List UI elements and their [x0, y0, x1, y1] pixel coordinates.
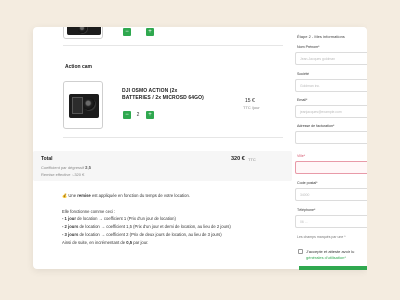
field-label-name: Nom Prénom* — [297, 45, 320, 49]
discount-info-last: Ainsi de suite, en incrémentant de 0,5 p… — [62, 240, 149, 245]
field-label-company: Société — [297, 72, 309, 76]
camera-lens — [83, 98, 96, 111]
discount-rule-1: - 1 jour de location → coefficient 1 (Pr… — [62, 216, 176, 221]
remise-label: Remise effective : — [41, 172, 73, 177]
remise-value: -320 € — [73, 172, 85, 177]
company-field[interactable]: Goldman inc. — [295, 79, 375, 92]
page-background-edge — [367, 0, 400, 300]
required-fields-note: Les champs marqués par une * — [297, 235, 346, 239]
qty-minus-button[interactable]: − — [123, 111, 131, 119]
product-price: 15 € — [245, 98, 255, 104]
city-field[interactable] — [295, 161, 375, 174]
money-bag-icon: 💰 — [62, 193, 68, 198]
field-label-postal-code: Code postal* — [297, 181, 318, 185]
field-label-billing-address: Adresse de facturation* — [297, 124, 335, 128]
postal-code-field[interactable]: 34000 — [295, 188, 375, 201]
divider — [63, 45, 283, 46]
product-name: DJI OSMO ACTION (2x BATTERIES / 2x MICRO… — [122, 88, 204, 101]
discount-info-line1: 💰 Une remise est appliquée en fonction d… — [62, 193, 190, 198]
phone-field[interactable]: 06 ... — [295, 215, 375, 228]
qty-value[interactable]: 2 — [133, 111, 143, 119]
email-field[interactable]: jeanjacques@example.com — [295, 105, 375, 118]
product-thumbnail-top — [63, 27, 103, 39]
total-box: Total 320 € TTC Coefficient par dégressi… — [33, 151, 292, 181]
qty-plus-button-top[interactable]: + — [146, 28, 154, 36]
coef-value: 3,5 — [85, 164, 92, 170]
qty-minus-button-top[interactable]: − — [123, 28, 131, 36]
total-label: Total — [41, 156, 53, 162]
field-label-email: Email* — [297, 98, 308, 102]
discount-info-line2: Elle fonctionne comme ceci : — [62, 209, 116, 214]
camera-screen — [72, 97, 83, 114]
product-thumbnail — [63, 81, 103, 129]
coef-label: Coefficient par dégressif : — [41, 165, 87, 170]
total-amount: 320 € — [231, 156, 245, 162]
field-label-city: Ville* — [297, 154, 306, 158]
qty-plus-button[interactable]: + — [146, 111, 154, 119]
terms-link[interactable]: générales d'utilisation* — [306, 255, 346, 260]
field-label-phone: Téléphone* — [297, 208, 316, 212]
terms-text: J'accepte et atteste avoir lu — [306, 249, 355, 254]
divider — [63, 137, 283, 138]
section-title: Action cam — [65, 64, 92, 70]
discount-rule-2: - 2 jours de location → coefficient 1,5 … — [62, 224, 231, 229]
product-price-unit: TTC /jour — [243, 105, 260, 110]
name-field[interactable]: Jean-Jacques goldman — [295, 52, 375, 65]
form-step-title: Étape 2 - Mes informations — [297, 34, 345, 39]
billing-address-field[interactable] — [295, 131, 375, 144]
terms-checkbox[interactable] — [298, 249, 303, 254]
total-amount-suffix: TTC — [248, 157, 256, 162]
submit-button[interactable] — [299, 266, 369, 270]
discount-rule-3: - 3 jours de location → coefficient 2 (P… — [62, 232, 222, 237]
